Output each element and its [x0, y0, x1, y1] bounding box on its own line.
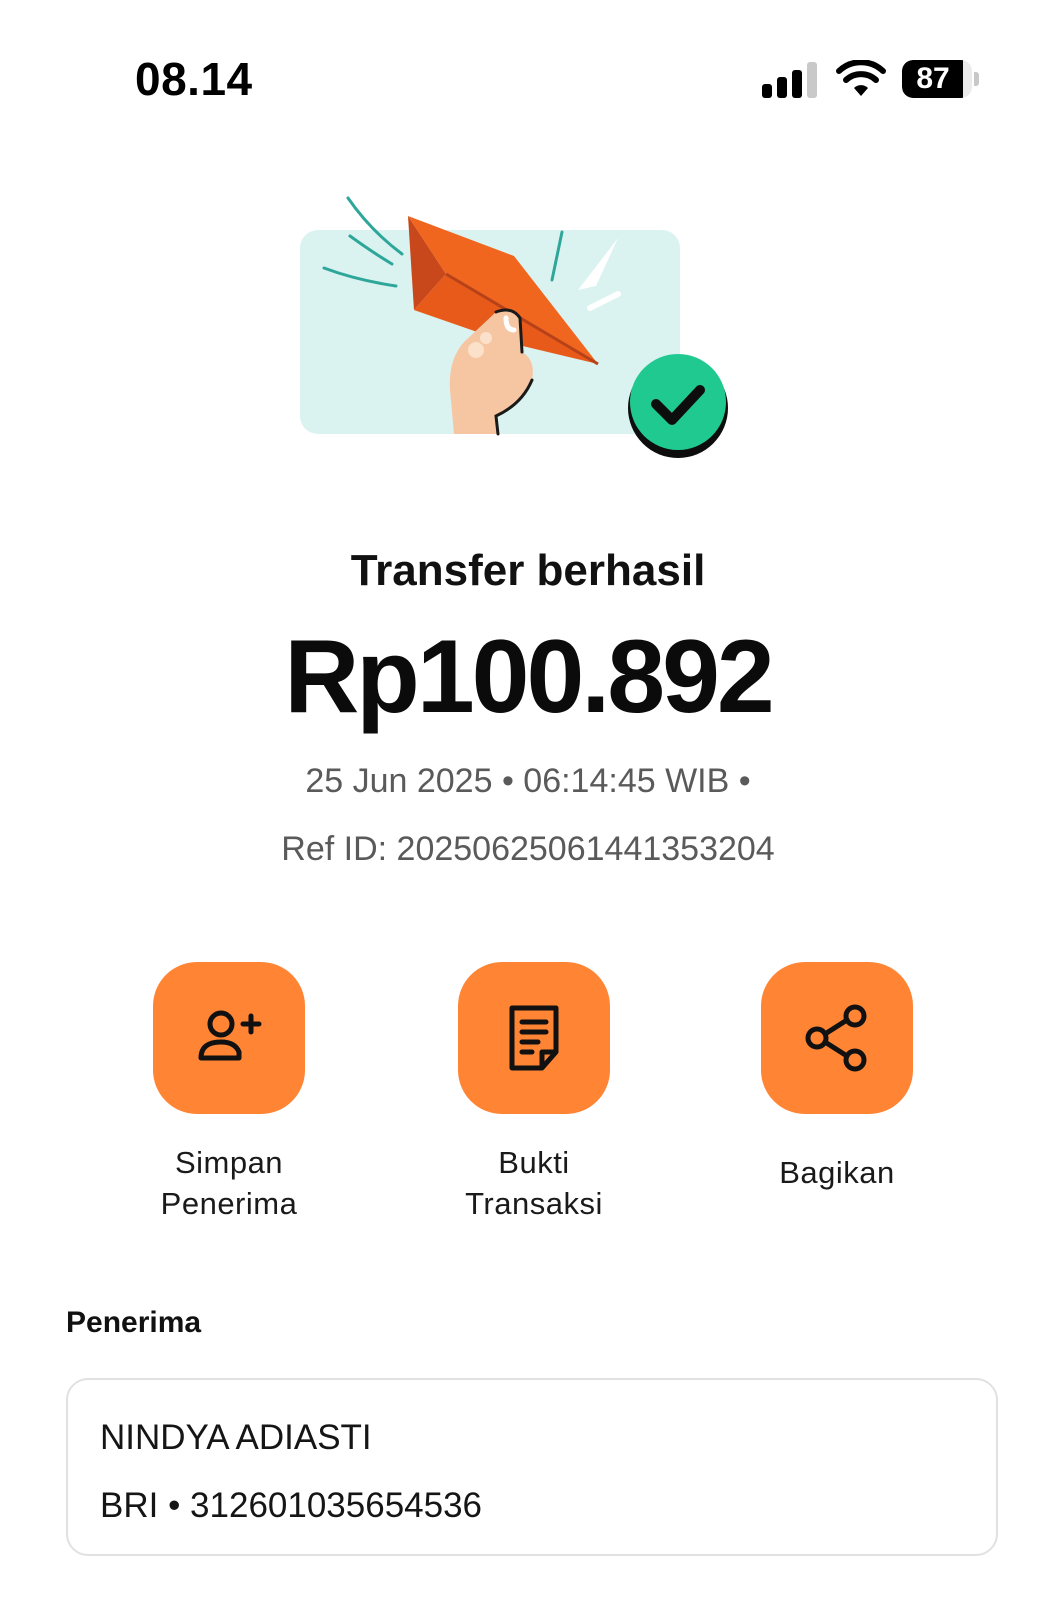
battery-indicator: 87 [902, 60, 979, 98]
save-recipient-label-line2: Penerima [160, 1186, 298, 1221]
share-action[interactable]: Bagikan [722, 962, 952, 1193]
save-recipient-button[interactable] [153, 962, 305, 1114]
transfer-amount: Rp100.892 [284, 619, 775, 735]
save-recipient-label: Simpan Penerima [114, 1142, 344, 1224]
receipt-label: Bukti Transaksi [419, 1142, 649, 1224]
transfer-datetime: 25 Jun 2025 • 06:14:45 WIB • [305, 762, 751, 800]
battery-body: 87 [902, 60, 972, 98]
transfer-ref-id: Ref ID: 20250625061441353204 [281, 830, 775, 868]
recipient-card: NINDYA ADIASTI BRI • 312601035654536 [66, 1378, 998, 1556]
recipient-section-title: Penerima [66, 1306, 202, 1339]
receipt-icon [509, 1005, 559, 1071]
receipt-button[interactable] [458, 962, 610, 1114]
status-time: 08.14 [135, 53, 253, 105]
wifi-icon [836, 60, 886, 96]
save-recipient-action[interactable]: Simpan Penerima [114, 962, 344, 1224]
share-icon [805, 1004, 867, 1072]
share-label: Bagikan [779, 1155, 895, 1190]
battery-tip [974, 72, 979, 86]
recipient-account: BRI • 312601035654536 [100, 1486, 483, 1525]
status-bar: 08.14 87 [0, 0, 1056, 150]
recipient-name: NINDYA ADIASTI [100, 1418, 372, 1457]
transfer-status-title: Transfer berhasil [350, 546, 706, 595]
save-recipient-label-line1: Simpan [174, 1145, 284, 1180]
paper-plane-hand-illustration [300, 196, 734, 458]
receipt-label-line2: Transaksi [465, 1186, 603, 1221]
battery-level: 87 [916, 62, 950, 95]
receipt-action[interactable]: Bukti Transaksi [419, 962, 649, 1224]
add-user-icon [198, 1010, 262, 1061]
receipt-label-line1: Bukti [498, 1145, 570, 1180]
cellular-signal-icon [762, 62, 817, 98]
share-button[interactable] [761, 962, 913, 1114]
